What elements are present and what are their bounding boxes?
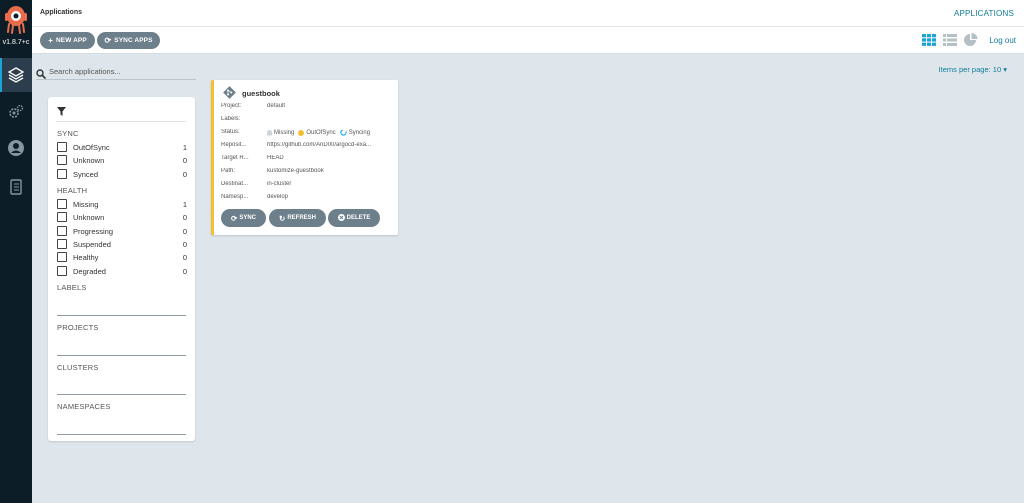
field-repository: Reposit... https://github.com/AnD00/argo… [221,142,372,148]
filter-sync-unknown[interactable]: Unknown 0 [57,154,187,166]
items-per-page-dropdown[interactable]: Items per page: 10 ▾ [939,65,1007,74]
delete-circle-x-icon [337,213,345,223]
field-project: Project: default [221,103,286,109]
sync-icon: ⟳ [104,35,112,45]
page-title: Applications [40,9,83,16]
new-app-button[interactable]: + NEW APP [40,32,95,49]
summary-pie-icon[interactable] [964,33,978,46]
outofsync-icon [298,129,305,136]
app-sync-button[interactable]: ⟳ SYNC [221,209,266,227]
checkbox[interactable] [57,266,67,276]
clusters-filter-input[interactable] [57,383,186,395]
documentation-book-icon[interactable] [6,177,26,197]
namespaces-filter-input[interactable] [57,423,186,435]
toolbar [32,27,1024,54]
refresh-icon: ↻ [279,213,286,223]
sync-filter-title: SYNC [57,129,79,138]
applications-breadcrumb-link[interactable]: APPLICATIONS [954,9,1014,18]
search-input[interactable] [49,65,194,78]
syncing-spinner-icon [340,129,347,136]
sync-icon: ⟳ [231,213,238,223]
sidebar: v1.8.7+c [0,0,32,503]
argo-logo[interactable] [3,4,29,34]
plus-icon: + [48,35,53,45]
tiles-view-icon[interactable] [922,33,936,46]
filter-health-unknown[interactable]: Unknown 0 [57,211,187,223]
filter-health-healthy[interactable]: Healthy 0 [57,251,187,263]
checkbox[interactable] [57,252,67,262]
app-refresh-button[interactable]: ↻ REFRESH [269,209,326,227]
field-target-revision: Target R... HEAD [221,155,284,161]
checkbox[interactable] [57,212,67,222]
user-info-icon[interactable] [6,138,26,158]
settings-gears-icon[interactable] [6,102,26,122]
filter-health-missing[interactable]: Missing 1 [57,198,187,210]
projects-filter-input[interactable] [57,344,186,356]
sync-apps-button[interactable]: ⟳ SYNC APPS [97,32,160,49]
search-icon [36,66,46,84]
labels-filter-title: LABELS [57,283,87,292]
field-status: Status: Missing OutOfSync Syncing [221,129,397,139]
checkbox[interactable] [57,239,67,249]
clusters-filter-title: CLUSTERS [57,363,99,372]
filter-funnel-icon [57,107,66,116]
labels-filter-input[interactable] [57,304,186,316]
filter-sync-outofsync[interactable]: OutOfSync 1 [57,141,187,153]
caret-down-icon: ▾ [1003,65,1007,74]
checkbox[interactable] [57,169,67,179]
field-labels: Labels: [221,116,241,122]
app-name[interactable]: guestbook [242,89,280,98]
field-destination: Destinat... in-cluster [221,181,292,187]
checkbox[interactable] [57,226,67,236]
application-card[interactable]: guestbook Project: default Labels: Statu… [211,80,398,235]
checkbox[interactable] [57,199,67,209]
filter-health-progressing[interactable]: Progressing 0 [57,225,187,237]
app-delete-button[interactable]: DELETE [328,209,380,227]
filter-panel: SYNC OutOfSync 1 Unknown 0 Synced 0 HEAL… [48,97,195,441]
logout-link[interactable]: Log out [989,36,1016,45]
namespaces-filter-title: NAMESPACES [57,402,111,411]
top-bar: Applications APPLICATIONS [32,0,1024,27]
status-values: Missing OutOfSync Syncing [267,129,395,136]
filter-header [56,105,186,122]
projects-filter-title: PROJECTS [57,323,99,332]
list-view-icon[interactable] [943,33,957,46]
health-filter-title: HEALTH [57,186,88,195]
git-icon [223,86,236,104]
field-namespace: Namesp... develop [221,194,289,200]
checkbox[interactable] [57,155,67,165]
applications-layers-icon[interactable] [6,65,26,85]
filter-health-degraded[interactable]: Degraded 0 [57,265,187,277]
missing-ghost-icon [267,129,272,136]
field-path: Path: kustomize-guestbook [221,168,324,174]
search-bar [36,64,196,80]
checkbox[interactable] [57,142,67,152]
filter-health-suspended[interactable]: Suspended 0 [57,238,187,250]
filter-sync-synced[interactable]: Synced 0 [57,168,187,180]
version-label: v1.8.7+c [2,39,30,46]
